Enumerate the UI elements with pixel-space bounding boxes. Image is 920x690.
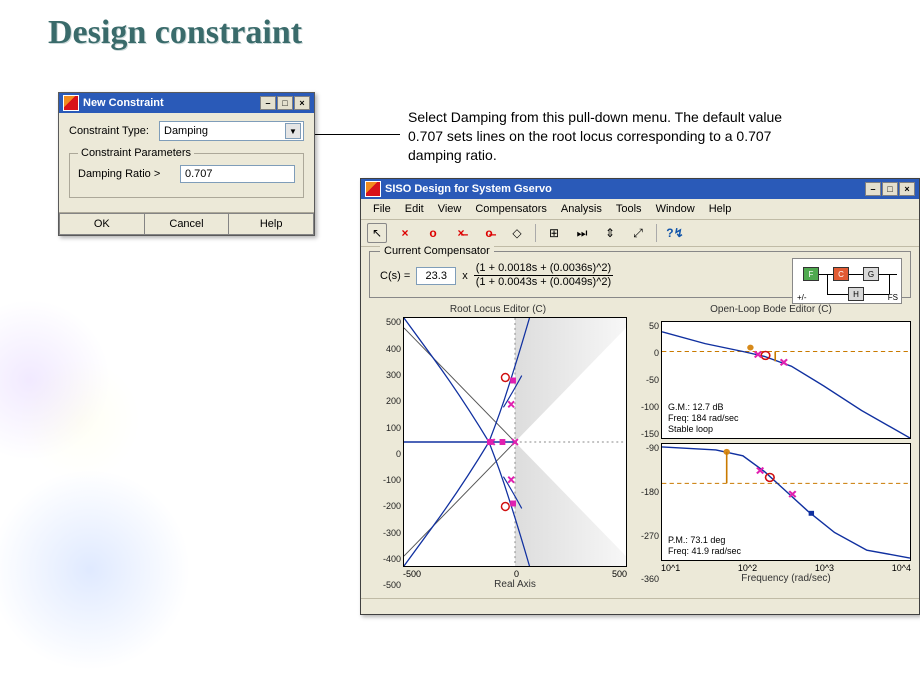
damping-ratio-input[interactable]: 0.707 xyxy=(180,165,295,183)
toolbar-divider xyxy=(656,224,657,242)
ok-button[interactable]: OK xyxy=(59,213,145,235)
constraint-parameters-legend: Constraint Parameters xyxy=(78,147,194,159)
bode-xlabel: Frequency (rad/sec) xyxy=(661,573,911,584)
toolbar-divider xyxy=(535,224,536,242)
chevron-down-icon: ▼ xyxy=(285,123,301,139)
minimize-button[interactable]: – xyxy=(865,182,881,196)
menu-tools[interactable]: Tools xyxy=(610,201,648,217)
damping-ratio-label: Damping Ratio > xyxy=(78,168,180,180)
grid-icon[interactable]: ⊞ xyxy=(544,223,564,243)
zoom-y-icon[interactable]: ⇕ xyxy=(600,223,620,243)
rootlocus-plot[interactable] xyxy=(403,317,627,567)
rootlocus-xlabel: Real Axis xyxy=(403,579,627,590)
tf-numerator: (1 + 0.0018s + (0.0036s)^2) xyxy=(474,262,613,276)
fs-toggle[interactable]: FS xyxy=(888,293,898,302)
constraint-parameters-group: Constraint Parameters Damping Ratio > 0.… xyxy=(69,147,304,198)
matlab-icon xyxy=(365,181,381,197)
menu-edit[interactable]: Edit xyxy=(399,201,430,217)
cancel-button[interactable]: Cancel xyxy=(145,213,230,235)
menu-analysis[interactable]: Analysis xyxy=(555,201,608,217)
delete-pole-icon[interactable]: ×̶ xyxy=(451,223,471,243)
block-F[interactable]: F xyxy=(803,267,819,281)
siso-title: SISO Design for System Gservo xyxy=(385,183,865,195)
damping-ratio-value: 0.707 xyxy=(185,168,213,180)
siso-design-window: SISO Design for System Gservo – □ × File… xyxy=(360,178,920,615)
siso-titlebar[interactable]: SISO Design for System Gservo – □ × xyxy=(361,179,919,199)
slide-title: Design constraint xyxy=(48,14,302,52)
times-label: x xyxy=(462,270,468,282)
bode-xticks: 10^1 10^2 10^3 10^4 xyxy=(661,563,911,573)
pointer-tool-icon[interactable]: ↖ xyxy=(367,223,387,243)
menu-compensators[interactable]: Compensators xyxy=(469,201,553,217)
delete-zero-icon[interactable]: o̶ xyxy=(479,223,499,243)
cs-label: C(s) = xyxy=(380,270,410,282)
menu-view[interactable]: View xyxy=(432,201,468,217)
zoom-all-icon[interactable]: ⤢ xyxy=(628,223,648,243)
menu-window[interactable]: Window xyxy=(650,201,701,217)
statusbar xyxy=(361,598,919,614)
block-C[interactable]: C xyxy=(833,267,849,281)
menubar: File Edit View Compensators Analysis Too… xyxy=(361,199,919,220)
matlab-icon xyxy=(63,95,79,111)
rootlocus-yticks: 500 400 300 200 100 0 -100 -200 -300 -40… xyxy=(371,317,401,590)
current-compensator-panel: Current Compensator C(s) = 23.3 x (1 + 0… xyxy=(369,251,911,298)
block-G[interactable]: G xyxy=(863,267,879,281)
bode-title: Open-Loop Bode Editor (C) xyxy=(631,304,911,315)
bode-magnitude-plot[interactable]: G.M.: 12.7 dB Freq: 184 rad/sec Stable l… xyxy=(661,321,911,439)
close-button[interactable]: × xyxy=(294,96,310,110)
callout-text: Select Damping from this pull-down menu.… xyxy=(408,108,808,165)
phase-margin-annotation: P.M.: 73.1 deg Freq: 41.9 rad/sec xyxy=(668,535,741,557)
help-button[interactable]: Help xyxy=(229,213,314,235)
add-zero-icon[interactable]: o xyxy=(423,223,443,243)
gain-margin-annotation: G.M.: 12.7 dB Freq: 184 rad/sec Stable l… xyxy=(668,402,739,434)
maximize-button[interactable]: □ xyxy=(882,182,898,196)
transfer-function: (1 + 0.0018s + (0.0036s)^2) (1 + 0.0043s… xyxy=(474,262,613,289)
constraint-type-label: Constraint Type: xyxy=(69,125,159,137)
new-constraint-dialog: New Constraint – □ × Constraint Type: Da… xyxy=(58,92,315,236)
maximize-button[interactable]: □ xyxy=(277,96,293,110)
block-H[interactable]: H xyxy=(848,287,864,301)
bode-ph-yticks: -90 -180 -270 -360 xyxy=(631,443,659,584)
menu-file[interactable]: File xyxy=(367,201,397,217)
pm-toggle[interactable]: +/- xyxy=(797,293,807,302)
toolbar: ↖ × o ×̶ o̶ ◇ ⊞ ⏭ ⇕ ⤢ ?↯ xyxy=(361,220,919,247)
bode-phase-plot[interactable]: P.M.: 73.1 deg Freq: 41.9 rad/sec xyxy=(661,443,911,561)
dialog-title: New Constraint xyxy=(83,97,260,109)
whatsthis-icon[interactable]: ?↯ xyxy=(665,223,685,243)
constraint-type-dropdown[interactable]: Damping ▼ xyxy=(159,121,304,141)
skip-end-icon[interactable]: ⏭ xyxy=(572,223,592,243)
dialog-titlebar[interactable]: New Constraint – □ × xyxy=(59,93,314,113)
minimize-button[interactable]: – xyxy=(260,96,276,110)
eraser-icon[interactable]: ◇ xyxy=(507,223,527,243)
pointer-line xyxy=(301,134,400,135)
menu-help[interactable]: Help xyxy=(703,201,738,217)
close-button[interactable]: × xyxy=(899,182,915,196)
compensator-gain-input[interactable]: 23.3 xyxy=(416,267,456,285)
block-diagram[interactable]: F C G H +/- FS xyxy=(792,258,902,304)
rootlocus-title: Root Locus Editor (C) xyxy=(369,304,627,315)
rootlocus-xticks: -500 0 500 xyxy=(403,569,627,579)
current-compensator-legend: Current Compensator xyxy=(380,245,494,257)
bode-mag-yticks: 50 0 -50 -100 -150 xyxy=(631,321,659,439)
tf-denominator: (1 + 0.0043s + (0.0049s)^2) xyxy=(474,276,613,289)
add-pole-icon[interactable]: × xyxy=(395,223,415,243)
constraint-type-value: Damping xyxy=(164,125,208,137)
